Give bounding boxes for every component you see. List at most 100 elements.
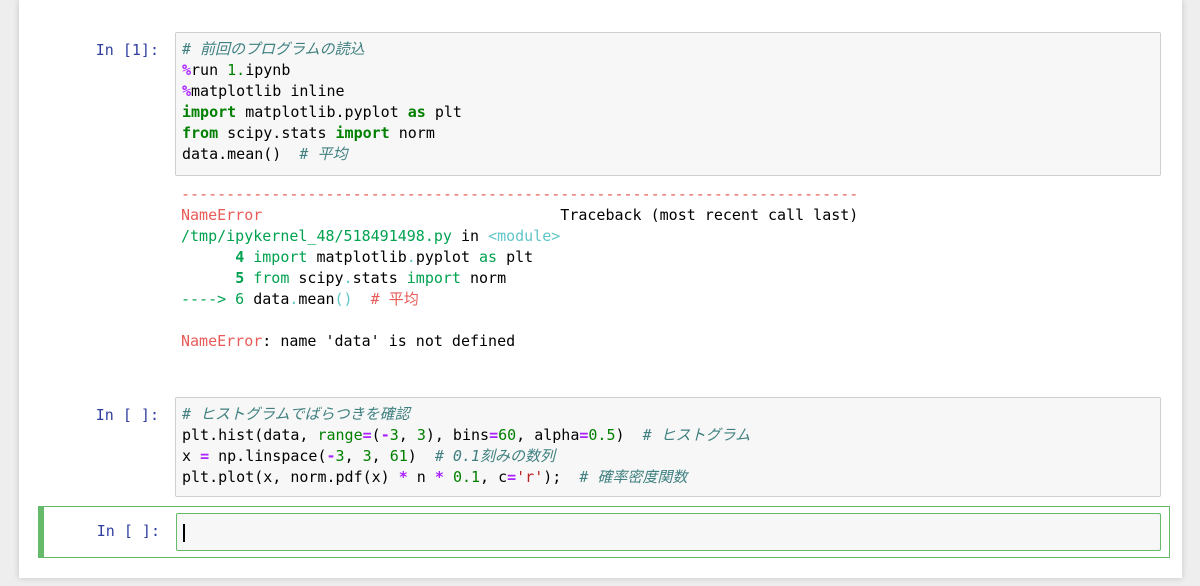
code-line: 5 from scipy.stats import norm xyxy=(181,268,858,289)
code-token: matplotlib.pyplot xyxy=(236,103,408,121)
code-input-active[interactable] xyxy=(176,513,1161,551)
code-line: # ヒストグラムでばらつきを確認 xyxy=(182,404,1154,425)
code-token: plt.plot(x, norm.pdf(x) xyxy=(182,468,399,486)
code-token: plt xyxy=(425,103,462,121)
code-token: # 平均 xyxy=(370,290,419,308)
code-source[interactable] xyxy=(177,514,1160,543)
code-line: ----------------------------------------… xyxy=(181,184,858,205)
code-token: * xyxy=(398,468,408,486)
code-line: import matplotlib.pyplot as plt xyxy=(182,102,1154,123)
code-input[interactable]: # 前回のプログラムの読込 %run 1.ipynb %matplotlib inl… xyxy=(175,32,1161,176)
code-token: scipy.stats xyxy=(218,124,336,142)
code-token: Traceback (most recent call last) xyxy=(262,206,859,224)
code-line: # 前回のプログラムの読込 xyxy=(182,39,1154,60)
code-token: # 平均 xyxy=(299,145,348,163)
code-token: 1. xyxy=(227,61,246,79)
code-token: plt xyxy=(497,248,534,266)
code-token: - xyxy=(326,447,336,465)
code-token: , xyxy=(371,447,390,465)
code-token: import xyxy=(335,124,390,142)
code-token: mean xyxy=(298,290,335,308)
code-token: import xyxy=(406,269,461,287)
code-source[interactable]: # ヒストグラムでばらつきを確認 plt.hist(data, range=(-3… xyxy=(176,398,1160,488)
code-token: x xyxy=(182,447,201,465)
code-token: 0.1 xyxy=(452,468,481,486)
code-token: 'r' xyxy=(516,468,544,486)
cell-prompt: In [ ]: xyxy=(95,406,159,424)
code-token: data.mean() xyxy=(182,145,300,163)
code-token: , xyxy=(344,447,363,465)
code-cell-2[interactable]: In [ ]: # ヒストグラムでばらつきを確認 plt.hist(data, r… xyxy=(19,397,1182,499)
code-token: , c xyxy=(480,468,508,486)
code-line: plt.hist(data, range=(-3, 3), bins=60, a… xyxy=(182,425,1154,446)
code-line: from scipy.stats import norm xyxy=(182,123,1154,144)
code-token: ( xyxy=(371,426,381,444)
code-token: % xyxy=(182,82,192,100)
code-token: # 0.1刻みの数列 xyxy=(434,447,556,465)
code-token: import xyxy=(182,103,237,121)
code-line: x = np.linspace(-3, 3, 61) # 0.1刻みの数列 xyxy=(182,446,1154,467)
code-token: () xyxy=(334,290,353,308)
code-token: matplotlib xyxy=(307,248,407,266)
code-token: = xyxy=(489,426,499,444)
code-token: 3 xyxy=(362,447,372,465)
code-token: stats xyxy=(352,269,407,287)
code-token: <module> xyxy=(488,227,561,245)
code-token: ) xyxy=(615,426,643,444)
code-token: from xyxy=(253,269,290,287)
code-token: from xyxy=(182,124,219,142)
text-cursor xyxy=(183,523,185,542)
code-token: 3 xyxy=(416,426,426,444)
code-token: # ヒストグラムでばらつきを確認 xyxy=(182,405,410,423)
code-line: %run 1.ipynb xyxy=(182,60,1154,81)
code-source[interactable]: # 前回のプログラムの読込 %run 1.ipynb %matplotlib inl… xyxy=(176,33,1160,165)
code-token: in xyxy=(451,227,489,245)
error-traceback-output: ----------------------------------------… xyxy=(181,184,858,352)
cell-prompt: In [1]: xyxy=(95,41,159,59)
code-token: 60 xyxy=(498,426,517,444)
code-token: = xyxy=(200,447,210,465)
code-token: n xyxy=(407,468,435,486)
code-token: * xyxy=(434,468,444,486)
code-token: plt.hist(data, xyxy=(182,426,318,444)
code-token: 3 xyxy=(389,426,399,444)
code-line: ----> 6 data.mean() # 平均 xyxy=(181,289,858,310)
code-token: as xyxy=(479,248,498,266)
code-token: np.linspace( xyxy=(209,447,327,465)
code-token: ); xyxy=(543,468,580,486)
code-token: % xyxy=(182,61,192,79)
code-token: - xyxy=(380,426,390,444)
notebook-page: In [1]: # 前回のプログラムの読込 %run 1.ipynb %matplo… xyxy=(19,0,1182,578)
code-token: run xyxy=(191,61,228,79)
code-token: import xyxy=(253,248,308,266)
code-token: matplotlib inline xyxy=(191,82,345,100)
code-token: norm xyxy=(460,269,507,287)
code-line xyxy=(181,310,858,331)
code-line: plt.plot(x, norm.pdf(x) * n * 0.1, c='r'… xyxy=(182,467,1154,488)
code-input[interactable]: # ヒストグラムでばらつきを確認 plt.hist(data, range=(-3… xyxy=(175,397,1161,497)
code-token: . xyxy=(406,248,416,266)
code-line: /tmp/ipykernel_48/518491498.py in <modul… xyxy=(181,226,858,247)
code-cell-1[interactable]: In [1]: # 前回のプログラムの読込 %run 1.ipynb %matplo… xyxy=(19,32,1182,362)
code-token: ipynb xyxy=(245,61,291,79)
cell-prompt: In [ ]: xyxy=(96,522,160,540)
code-token: # 前回のプログラムの読込 xyxy=(182,40,365,58)
code-token: ) xyxy=(407,447,435,465)
code-cell-3-selected[interactable]: In [ ]: xyxy=(38,506,1170,558)
code-token: 0.5 xyxy=(588,426,616,444)
code-token: : name 'data' is not defined xyxy=(262,332,516,350)
code-token: . xyxy=(343,269,353,287)
code-token: as xyxy=(407,103,426,121)
code-line: NameError: name 'data' is not defined xyxy=(181,331,858,352)
code-token: ----------------------------------------… xyxy=(181,185,859,203)
code-token: = xyxy=(507,468,517,486)
code-token: , alpha xyxy=(516,426,580,444)
code-token: # ヒストグラム xyxy=(642,426,751,444)
code-token: = xyxy=(362,426,372,444)
code-token: 5 xyxy=(235,269,245,287)
code-line: NameError Traceback (most recent call la… xyxy=(181,205,858,226)
